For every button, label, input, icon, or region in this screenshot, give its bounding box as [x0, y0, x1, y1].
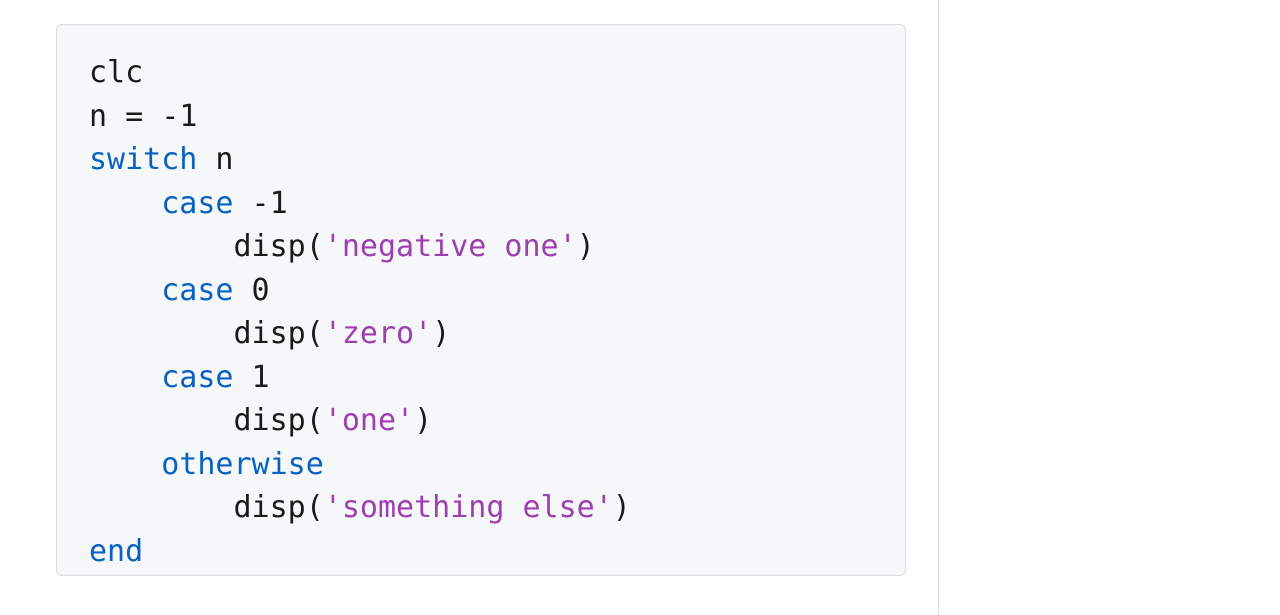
- keyword-case: case: [161, 360, 233, 395]
- code-line-8: case 1: [89, 360, 270, 395]
- keyword-case: case: [161, 186, 233, 221]
- string-literal: 'zero': [324, 316, 432, 351]
- indent: [89, 273, 161, 308]
- code-number: 1: [179, 99, 197, 134]
- string-literal: 'one': [324, 403, 414, 438]
- code-text: 0: [234, 273, 270, 308]
- code-line-3: switch n: [89, 142, 234, 177]
- code-text: n: [197, 142, 233, 177]
- code-line-2: n = -1: [89, 99, 197, 134]
- code-text: disp(: [234, 403, 324, 438]
- code-text: -1: [234, 186, 288, 221]
- code-line-9: disp('one'): [89, 403, 432, 438]
- code-text: ): [414, 403, 432, 438]
- vertical-divider: [938, 0, 939, 615]
- code-line-1: clc: [89, 55, 143, 90]
- code-text: 1: [234, 360, 270, 395]
- indent: [89, 186, 161, 221]
- string-literal: 'negative one': [324, 229, 577, 264]
- keyword-end: end: [89, 534, 143, 569]
- code-text: n = -: [89, 99, 179, 134]
- code-line-7: disp('zero'): [89, 316, 450, 351]
- code-text: disp(: [234, 490, 324, 525]
- code-text: ): [577, 229, 595, 264]
- code-line-5: disp('negative one'): [89, 229, 595, 264]
- indent: [89, 490, 234, 525]
- indent: [89, 447, 161, 482]
- indent: [89, 360, 161, 395]
- code-line-12: end: [89, 534, 143, 569]
- code-block: clc n = -1 switch n case -1 disp('negati…: [56, 24, 906, 576]
- keyword-switch: switch: [89, 142, 197, 177]
- indent: [89, 229, 234, 264]
- code-line-11: disp('something else'): [89, 490, 631, 525]
- code-line-6: case 0: [89, 273, 270, 308]
- keyword-case: case: [161, 273, 233, 308]
- code-text: ): [432, 316, 450, 351]
- code-line-4: case -1: [89, 186, 288, 221]
- code-text: ): [613, 490, 631, 525]
- code-text: disp(: [234, 229, 324, 264]
- indent: [89, 316, 234, 351]
- string-literal: 'something else': [324, 490, 613, 525]
- code-line-10: otherwise: [89, 447, 324, 482]
- keyword-otherwise: otherwise: [161, 447, 324, 482]
- indent: [89, 403, 234, 438]
- code-text: disp(: [234, 316, 324, 351]
